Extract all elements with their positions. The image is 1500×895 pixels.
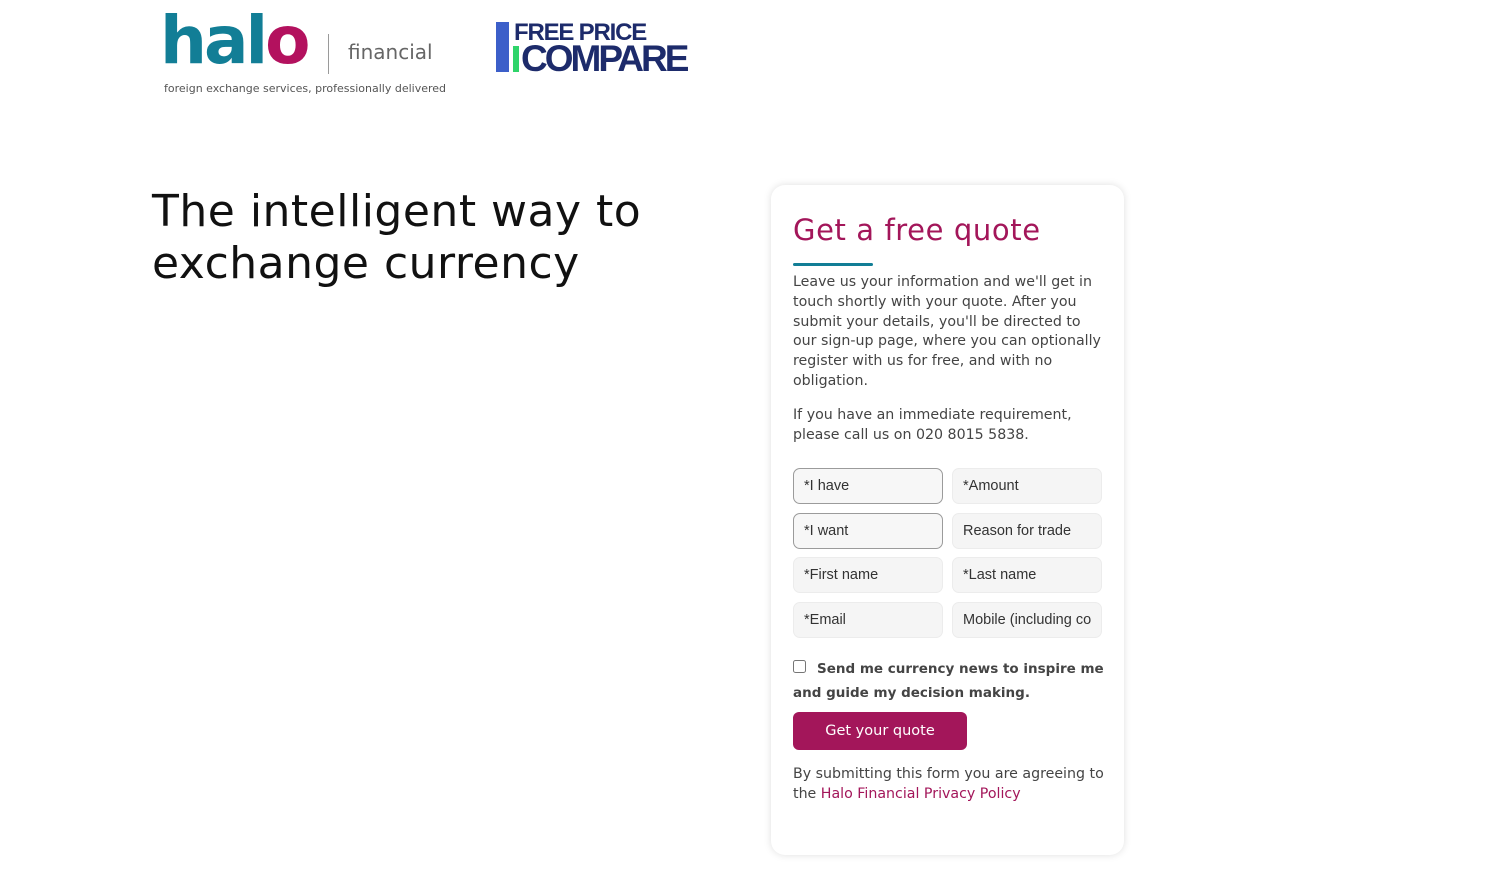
reason-for-trade-input[interactable] [952, 513, 1102, 549]
fpc-logo-blue-bar [496, 22, 509, 72]
last-name-input[interactable] [952, 557, 1102, 593]
form-call-text: If you have an immediate requirement, pl… [793, 407, 1072, 443]
i-have-currency-select[interactable] [793, 468, 943, 504]
halo-financial-logo[interactable]: halo financial foreign exchange services… [160, 8, 450, 104]
fpc-logo-green-bar [513, 46, 519, 72]
newsletter-label: Send me currency news to inspire me and … [793, 661, 1104, 701]
privacy-notice: By submitting this form you are agreeing… [793, 765, 1108, 805]
mobile-input[interactable] [952, 602, 1102, 638]
title-underline [793, 263, 873, 266]
newsletter-checkbox[interactable] [793, 660, 806, 673]
i-want-currency-select[interactable] [793, 513, 943, 549]
halo-sub-wordmark: financial [348, 40, 433, 64]
first-name-input[interactable] [793, 557, 943, 593]
privacy-policy-link[interactable]: Halo Financial Privacy Policy [821, 786, 1021, 802]
halo-tagline: foreign exchange services, professionall… [164, 82, 447, 95]
fpc-logo-line2: COMPARE [521, 38, 689, 79]
halo-wordmark-o: o [265, 2, 310, 79]
email-input[interactable] [793, 602, 943, 638]
form-description: Leave us your information and we'll get … [793, 274, 1101, 389]
free-price-compare-logo[interactable]: FREE PRICE COMPARE [496, 19, 696, 79]
hero-headline: The intelligent way to exchange currency [152, 186, 642, 289]
logo-divider [328, 34, 329, 74]
halo-wordmark: halo [160, 2, 311, 79]
get-quote-button[interactable]: Get your quote [793, 712, 967, 750]
amount-input[interactable] [952, 468, 1102, 504]
quote-form-card: Get a free quote Leave us your informati… [771, 185, 1124, 855]
form-title: Get a free quote [793, 213, 1041, 247]
